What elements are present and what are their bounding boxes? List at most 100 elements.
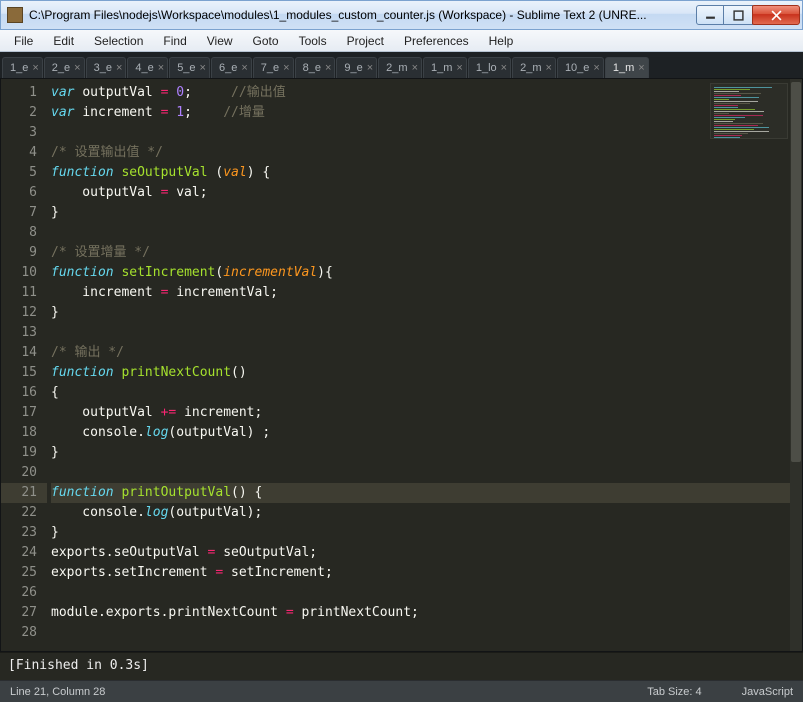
tab-close-icon[interactable]: × <box>32 62 38 74</box>
menu-file[interactable]: File <box>4 32 43 50</box>
menu-tools[interactable]: Tools <box>289 32 337 50</box>
line-number: 20 <box>1 463 37 483</box>
code-area[interactable]: var outputVal = 0; //输出值var increment = … <box>47 79 802 651</box>
menu-edit[interactable]: Edit <box>43 32 84 50</box>
window-title: C:\Program Files\nodejs\Workspace\module… <box>29 8 697 22</box>
maximize-button[interactable] <box>723 5 753 25</box>
code-line: var outputVal = 0; //输出值 <box>51 83 802 103</box>
code-line: console.log(outputVal) ; <box>51 423 802 443</box>
tab-5[interactable]: 6_e × <box>211 57 252 78</box>
tab-close-icon[interactable]: × <box>546 62 552 74</box>
tab-close-icon[interactable]: × <box>116 62 122 74</box>
line-number: 26 <box>1 583 37 603</box>
app-icon <box>7 7 23 23</box>
tab-close-icon[interactable]: × <box>501 62 507 74</box>
code-line: increment = incrementVal; <box>51 283 802 303</box>
code-line <box>51 123 802 143</box>
line-number: 7 <box>1 203 37 223</box>
tab-close-icon[interactable]: × <box>325 62 331 74</box>
gutter: 1234567891011121314151617181920212223242… <box>1 79 47 651</box>
cursor-position[interactable]: Line 21, Column 28 <box>10 686 105 698</box>
code-line: /* 设置增量 */ <box>51 243 802 263</box>
code-line: module.exports.printNextCount = printNex… <box>51 603 802 623</box>
tab-11[interactable]: 1_lo × <box>468 57 511 78</box>
tab-close-icon[interactable]: × <box>412 62 418 74</box>
titlebar: C:\Program Files\nodejs\Workspace\module… <box>0 0 803 30</box>
line-number: 16 <box>1 383 37 403</box>
line-number: 5 <box>1 163 37 183</box>
code-line: var increment = 1; //增量 <box>51 103 802 123</box>
line-number: 21 <box>1 483 47 503</box>
tab-label: 9_e <box>344 62 362 74</box>
line-number: 22 <box>1 503 37 523</box>
tab-8[interactable]: 9_e × <box>336 57 377 78</box>
menubar: FileEditSelectionFindViewGotoToolsProjec… <box>0 30 803 52</box>
tab-close-icon[interactable]: × <box>241 62 247 74</box>
tab-label: 6_e <box>219 62 237 74</box>
menu-project[interactable]: Project <box>337 32 394 50</box>
tab-1[interactable]: 2_e× <box>44 57 85 78</box>
tab-12[interactable]: 2_m× <box>512 57 556 78</box>
line-number: 19 <box>1 443 37 463</box>
vertical-scrollbar[interactable] <box>790 79 802 651</box>
tabstrip: 1_e×2_e×3_e×4_e×5_e×6_e×7_e×8_e×9_e×2_m×… <box>0 52 803 78</box>
minimize-button[interactable] <box>696 5 724 25</box>
tab-7[interactable]: 8_e × <box>295 57 336 78</box>
tab-10[interactable]: 1_m × <box>423 57 467 78</box>
scrollbar-thumb[interactable] <box>791 82 801 462</box>
menu-preferences[interactable]: Preferences <box>394 32 479 50</box>
tab-9[interactable]: 2_m × <box>378 57 422 78</box>
tab-close-icon[interactable]: × <box>456 62 462 74</box>
line-number: 12 <box>1 303 37 323</box>
code-line: /* 输出 */ <box>51 343 802 363</box>
tab-close-icon[interactable]: × <box>158 62 164 74</box>
close-button[interactable] <box>752 5 800 25</box>
code-line: console.log(outputVal); <box>51 503 802 523</box>
menu-goto[interactable]: Goto <box>243 32 289 50</box>
tab-label: 10_e <box>565 62 589 74</box>
tab-2[interactable]: 3_e× <box>86 57 127 78</box>
tab-label: 1_m <box>431 62 452 74</box>
tab-close-icon[interactable]: × <box>74 62 80 74</box>
code-line: { <box>51 383 802 403</box>
tab-label: 1_lo <box>476 62 497 74</box>
tab-close-icon[interactable]: × <box>593 62 599 74</box>
tab-close-icon[interactable]: × <box>638 62 644 74</box>
code-line: } <box>51 443 802 463</box>
code-line <box>51 463 802 483</box>
code-line <box>51 583 802 603</box>
menu-selection[interactable]: Selection <box>84 32 153 50</box>
tab-6[interactable]: 7_e× <box>253 57 294 78</box>
window-buttons <box>697 5 800 25</box>
line-number: 24 <box>1 543 37 563</box>
menu-help[interactable]: Help <box>479 32 524 50</box>
code-line: function seOutputVal (val) { <box>51 163 802 183</box>
code-line: /* 设置输出值 */ <box>51 143 802 163</box>
line-number: 14 <box>1 343 37 363</box>
code-line: } <box>51 203 802 223</box>
tab-13[interactable]: 10_e × <box>557 57 604 78</box>
tab-close-icon[interactable]: × <box>283 62 289 74</box>
line-number: 13 <box>1 323 37 343</box>
line-number: 3 <box>1 123 37 143</box>
minimap[interactable] <box>710 83 788 139</box>
syntax-mode[interactable]: JavaScript <box>742 686 793 698</box>
tab-label: 2_m <box>386 62 407 74</box>
menu-view[interactable]: View <box>197 32 243 50</box>
menu-find[interactable]: Find <box>153 32 196 50</box>
line-number: 6 <box>1 183 37 203</box>
tab-label: 8_e <box>303 62 321 74</box>
build-output: [Finished in 0.3s] <box>0 652 803 680</box>
tab-14[interactable]: 1_m× <box>605 57 649 78</box>
tab-4[interactable]: 5_e × <box>169 57 210 78</box>
tab-3[interactable]: 4_e× <box>127 57 168 78</box>
code-line: } <box>51 303 802 323</box>
tab-label: 5_e <box>177 62 195 74</box>
tab-close-icon[interactable]: × <box>200 62 206 74</box>
line-number: 17 <box>1 403 37 423</box>
code-line <box>51 223 802 243</box>
line-number: 8 <box>1 223 37 243</box>
tab-close-icon[interactable]: × <box>367 62 373 74</box>
tab-size[interactable]: Tab Size: 4 <box>647 686 701 698</box>
tab-0[interactable]: 1_e× <box>2 57 43 78</box>
